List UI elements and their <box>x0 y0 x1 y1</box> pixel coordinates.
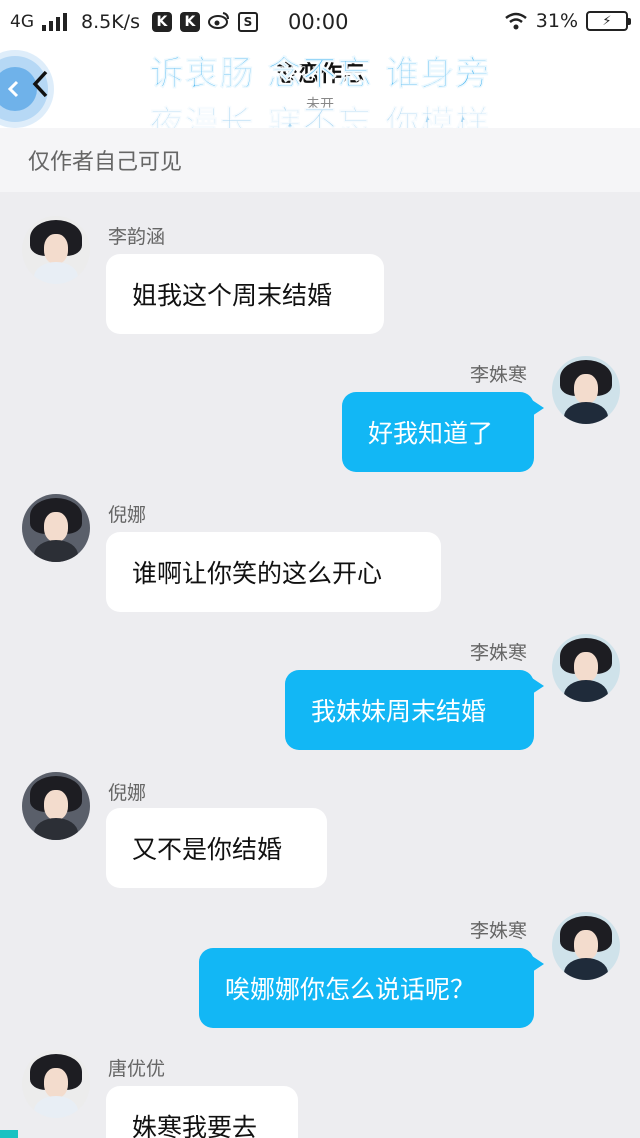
sender-name: 李姝寒 <box>470 642 528 664</box>
network-type: 4G <box>10 12 34 32</box>
weibo-icon <box>207 11 230 34</box>
avatar[interactable] <box>22 494 90 562</box>
visibility-notice: 仅作者自己可见 <box>0 128 640 192</box>
avatar[interactable] <box>552 356 620 424</box>
avatar[interactable] <box>22 1050 90 1118</box>
wifi-icon <box>504 12 528 30</box>
message-bubble[interactable]: 好我知道了 <box>342 392 544 472</box>
battery-percent: 31% <box>535 10 578 32</box>
message-bubble[interactable]: 又不是你结婚 <box>106 808 327 888</box>
avatar[interactable] <box>552 912 620 980</box>
kuwo-app-icon: K <box>151 12 172 32</box>
back-button[interactable] <box>26 64 56 104</box>
chat-screen: 4G 8.5K/s K K S 00:00 31% ⚡ 恋恋作忘 未开 诉衷肠 … <box>0 0 640 1138</box>
message-bubble[interactable]: 唉娜娜你怎么说话呢？ <box>199 948 544 1028</box>
signal-icon <box>42 13 67 31</box>
sender-name: 李姝寒 <box>470 920 528 942</box>
sender-name: 李韵涵 <box>108 226 166 248</box>
chat-header: 恋恋作忘 未开 诉衷肠 念不忘 谁身旁 夜漫长 寐不忘 你模样 <box>0 44 640 145</box>
sender-name: 唐优优 <box>108 1058 166 1080</box>
message-bubble[interactable]: 姐我这个周末结婚 <box>106 254 384 334</box>
avatar[interactable] <box>22 772 90 840</box>
sender-name: 倪娜 <box>108 504 147 526</box>
message-bubble[interactable]: 我妹妹周末结婚 <box>285 670 544 750</box>
battery-charging-icon: ⚡ <box>586 11 631 31</box>
avatar[interactable] <box>22 216 90 284</box>
sender-name: 倪娜 <box>108 782 147 804</box>
floating-lyric-line-1: 诉衷肠 念不忘 谁身旁 <box>149 54 491 95</box>
scroll-indicator <box>0 1130 18 1138</box>
clock: 00:00 <box>288 10 349 34</box>
message-bubble[interactable]: 谁啊让你笑的这么开心 <box>106 532 441 612</box>
sender-name: 李姝寒 <box>470 364 528 386</box>
status-right: 31% ⚡ <box>504 10 631 32</box>
avatar[interactable] <box>552 634 620 702</box>
status-bar: 4G 8.5K/s K K S 00:00 31% ⚡ <box>0 0 640 44</box>
status-left: 4G 8.5K/s K K S <box>10 11 258 34</box>
kuwo-app-icon-2: K <box>179 12 200 32</box>
s-app-icon: S <box>237 12 258 32</box>
network-speed: 8.5K/s <box>81 11 140 33</box>
message-bubble[interactable]: 姝寒我要去 <box>106 1086 298 1138</box>
chevron-left-icon <box>32 70 48 98</box>
